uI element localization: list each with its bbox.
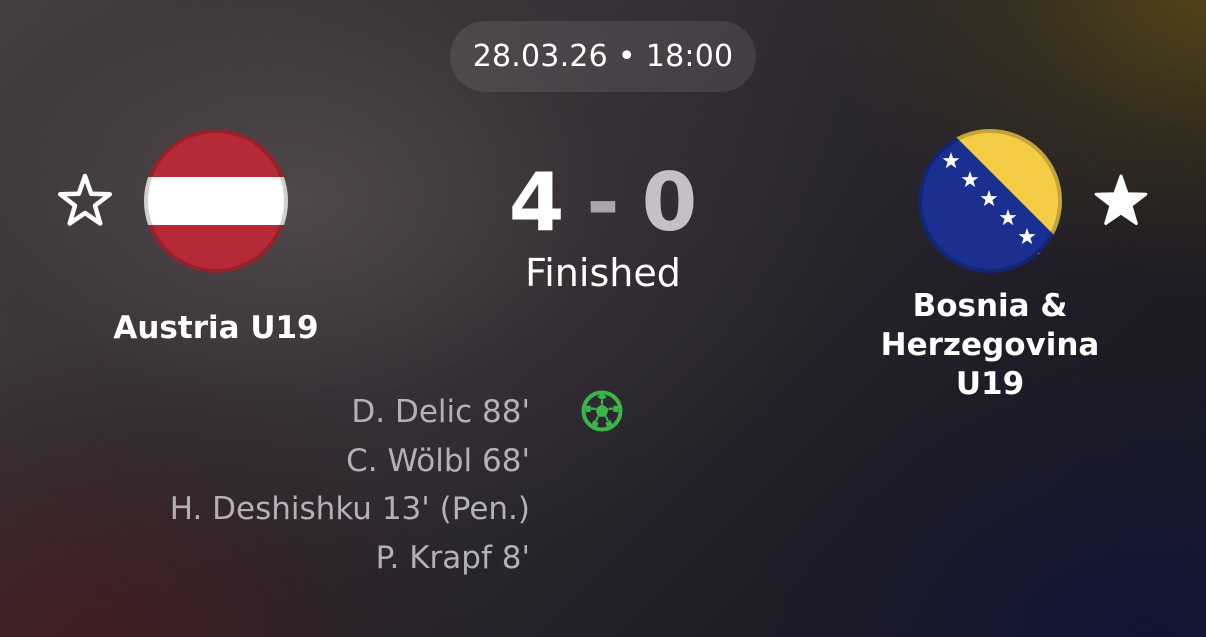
score-separator: - — [586, 156, 620, 249]
favorite-away-star-icon[interactable] — [1090, 170, 1152, 232]
goal-scorer: H. Deshishku 13' (Pen.) — [169, 491, 530, 527]
bosnia-herzegovina-flag-icon[interactable] — [918, 129, 1062, 273]
goal-scorer: C. Wölbl 68' — [346, 442, 530, 479]
match-time: 18:00 — [645, 39, 734, 74]
away-team-name-line2: U19 — [955, 366, 1025, 402]
austria-flag-icon[interactable] — [144, 129, 288, 273]
home-goal-scorers: D. Delic 88' C. Wölbl 68' H. Deshishku 1… — [120, 388, 530, 582]
match-score: 4 - 0 — [453, 158, 753, 248]
match-datetime: 28.03.26 • 18:00 — [450, 21, 756, 92]
soccer-ball-icon — [580, 389, 624, 433]
goal-scorer: P. Krapf 8' — [375, 539, 530, 576]
home-score: 4 — [508, 156, 565, 249]
away-team-name-line1: Bosnia & Herzegovina — [880, 288, 1100, 363]
match-status: Finished — [525, 251, 681, 295]
favorite-home-star-icon[interactable] — [54, 170, 116, 232]
home-team-name[interactable]: Austria U19 — [66, 309, 366, 348]
match-date: 28.03.26 — [472, 39, 608, 74]
datetime-separator: • — [617, 39, 636, 74]
away-score: 0 — [641, 156, 698, 249]
goal-scorer: D. Delic 88' — [351, 394, 530, 430]
away-team-name[interactable]: Bosnia & Herzegovina U19 — [802, 287, 1178, 404]
